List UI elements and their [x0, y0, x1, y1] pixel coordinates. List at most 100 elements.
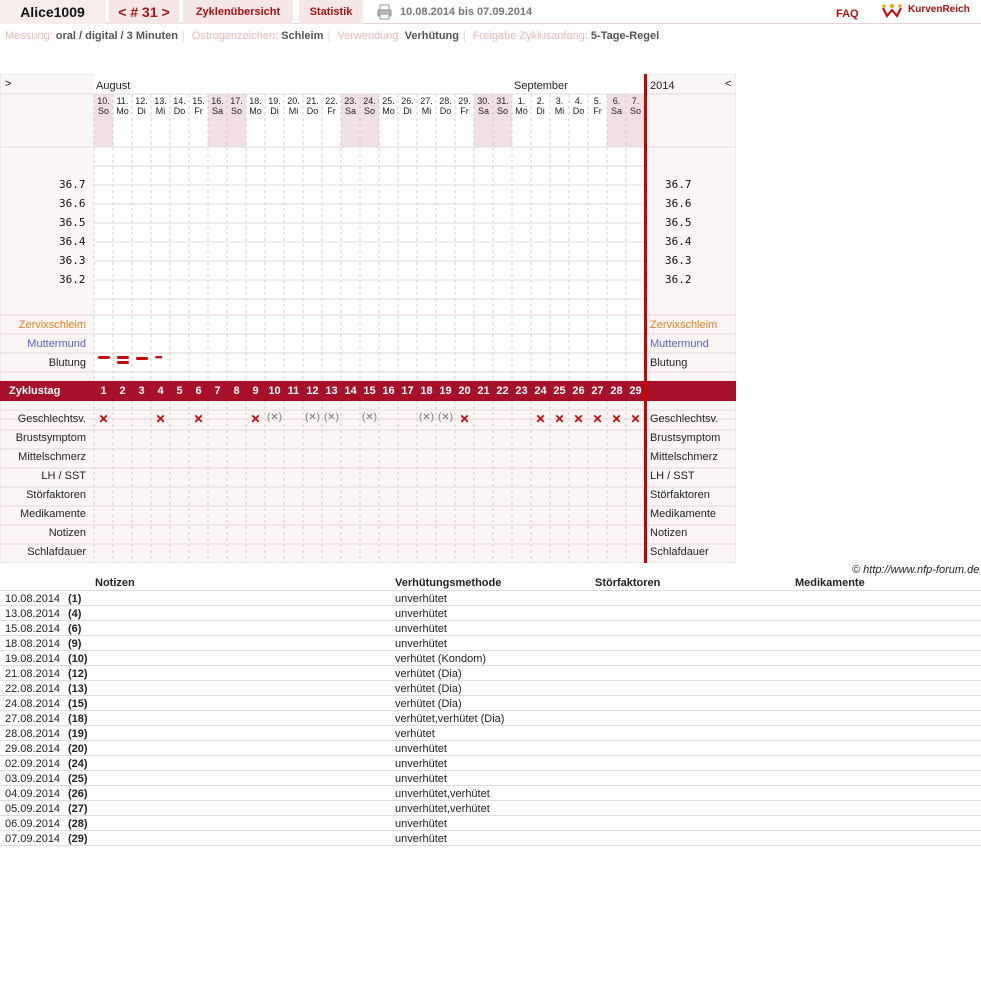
bleeding-mark[interactable]: [117, 356, 129, 359]
cycle-day-number[interactable]: 27: [588, 385, 607, 397]
note-date: 03.09.2014: [5, 773, 61, 785]
cycle-day-number[interactable]: 5: [170, 385, 189, 397]
tab-cycle-overview[interactable]: Zyklenübersicht: [183, 0, 293, 24]
cycle-day-number[interactable]: 15: [360, 385, 379, 397]
cycle-day-number[interactable]: 21: [474, 385, 493, 397]
note-cycle-day: (12): [68, 668, 88, 680]
intercourse-mark[interactable]: (✕): [417, 412, 436, 423]
note-row: 03.09.2014 (25) unverhütet: [0, 771, 981, 786]
note-cycle-day: (29): [68, 833, 88, 845]
note-method: unverhütet: [395, 833, 447, 845]
note-row: 13.08.2014 (4) unverhütet: [0, 606, 981, 621]
cycle-day-number[interactable]: 23: [512, 385, 531, 397]
intercourse-mark[interactable]: (✕): [436, 412, 455, 423]
cycle-day-number[interactable]: 2: [113, 385, 132, 397]
day-header: 5. Fr: [593, 96, 602, 116]
intercourse-mark[interactable]: (✕): [303, 412, 322, 423]
cycle-day-number[interactable]: 22: [493, 385, 512, 397]
day-header: 15. Fr: [192, 96, 205, 116]
intercourse-mark[interactable]: ✕: [531, 412, 550, 426]
cycle-day-number[interactable]: 28: [607, 385, 626, 397]
day-header: 3. Mi: [554, 96, 565, 116]
day-header: 2. Di: [536, 96, 545, 116]
row-label-right: Mittelschmerz: [650, 451, 718, 463]
cycle-day-number[interactable]: 3: [132, 385, 151, 397]
cycle-day-number[interactable]: 24: [531, 385, 550, 397]
intercourse-mark[interactable]: (✕): [265, 412, 284, 423]
intercourse-mark[interactable]: ✕: [588, 412, 607, 426]
note-cycle-day: (26): [68, 788, 88, 800]
intercourse-mark[interactable]: ✕: [569, 412, 588, 426]
chart-nav-prev[interactable]: >: [5, 78, 11, 90]
printer-icon[interactable]: [377, 4, 392, 20]
cycle-day-number[interactable]: 16: [379, 385, 398, 397]
row-label: Muttermund: [27, 338, 86, 350]
cycle-day-number[interactable]: 14: [341, 385, 360, 397]
intercourse-mark[interactable]: ✕: [550, 412, 569, 426]
chart-grid: [0, 74, 736, 563]
temperature-tick: 36.7: [665, 178, 692, 191]
temperature-tick: 36.6: [665, 197, 692, 210]
row-label: Medikamente: [19, 508, 86, 520]
intercourse-mark[interactable]: ✕: [607, 412, 626, 426]
intercourse-mark[interactable]: ✕: [151, 412, 170, 426]
cycle-day-number[interactable]: 8: [227, 385, 246, 397]
day-header: 16. Sa: [211, 96, 224, 116]
note-date: 24.08.2014: [5, 698, 61, 710]
intercourse-mark[interactable]: ✕: [626, 412, 645, 426]
cycle-day-number[interactable]: 10: [265, 385, 284, 397]
note-method: verhütet (Dia): [395, 668, 462, 680]
spotting-mark[interactable]: •••: [155, 352, 163, 362]
intercourse-mark[interactable]: ✕: [94, 412, 113, 426]
row-label: Zervixschleim: [18, 319, 86, 331]
date-range: 10.08.2014 bis 07.09.2014: [400, 6, 533, 18]
cycle-day-number[interactable]: 9: [246, 385, 265, 397]
note-date: 13.08.2014: [5, 608, 61, 620]
cycle-day-number[interactable]: 20: [455, 385, 474, 397]
usage-label: Verwendung:: [337, 30, 402, 42]
cycle-day-number[interactable]: 7: [208, 385, 227, 397]
note-cycle-day: (9): [68, 638, 82, 650]
cycle-day-number[interactable]: 6: [189, 385, 208, 397]
row-label: LH / SST: [41, 470, 86, 482]
note-row: 21.08.2014 (12) verhütet (Dia): [0, 666, 981, 681]
note-cycle-day: (24): [68, 758, 88, 770]
temperature-tick: 36.5: [665, 216, 692, 229]
cycle-day-number[interactable]: 29: [626, 385, 645, 397]
intercourse-mark[interactable]: (✕): [322, 412, 341, 423]
cycle-day-number[interactable]: 11: [284, 385, 303, 397]
tab-statistics[interactable]: Statistik: [299, 0, 363, 24]
cycle-day-number[interactable]: 12: [303, 385, 322, 397]
note-cycle-day: (13): [68, 683, 88, 695]
cycle-day-number[interactable]: 18: [417, 385, 436, 397]
cycle-day-number[interactable]: 19: [436, 385, 455, 397]
note-row: 10.08.2014 (1) unverhütet: [0, 591, 981, 606]
cycle-day-number[interactable]: 13: [322, 385, 341, 397]
bleeding-mark[interactable]: [98, 356, 110, 359]
cycle-day-number[interactable]: 26: [569, 385, 588, 397]
cycle-day-number[interactable]: 4: [151, 385, 170, 397]
day-header: 14. Do: [173, 96, 186, 116]
faq-link[interactable]: FAQ: [836, 8, 859, 20]
estrogen-label: Östrogenzeichen:: [191, 30, 279, 42]
intercourse-mark[interactable]: (✕): [360, 412, 379, 423]
brand-logo[interactable]: KurvenReich: [881, 2, 981, 20]
bleeding-mark[interactable]: [117, 361, 129, 364]
intercourse-mark[interactable]: ✕: [455, 412, 474, 426]
note-cycle-day: (25): [68, 773, 88, 785]
cycle-navigator[interactable]: < # 31 >: [109, 0, 179, 24]
bleeding-mark[interactable]: [136, 357, 148, 360]
day-header: 10. So: [97, 96, 110, 116]
cycle-day-number[interactable]: 17: [398, 385, 417, 397]
year-label: 2014: [650, 80, 675, 92]
chart-nav-next[interactable]: <: [725, 78, 731, 90]
note-method: verhütet (Dia): [395, 698, 462, 710]
cycle-day-number[interactable]: 25: [550, 385, 569, 397]
day-header: 4. Do: [572, 96, 585, 116]
note-cycle-day: (10): [68, 653, 88, 665]
note-method: verhütet (Dia): [395, 683, 462, 695]
intercourse-mark[interactable]: ✕: [246, 412, 265, 426]
intercourse-mark[interactable]: ✕: [189, 412, 208, 426]
note-cycle-day: (20): [68, 743, 88, 755]
cycle-day-number[interactable]: 1: [94, 385, 113, 397]
